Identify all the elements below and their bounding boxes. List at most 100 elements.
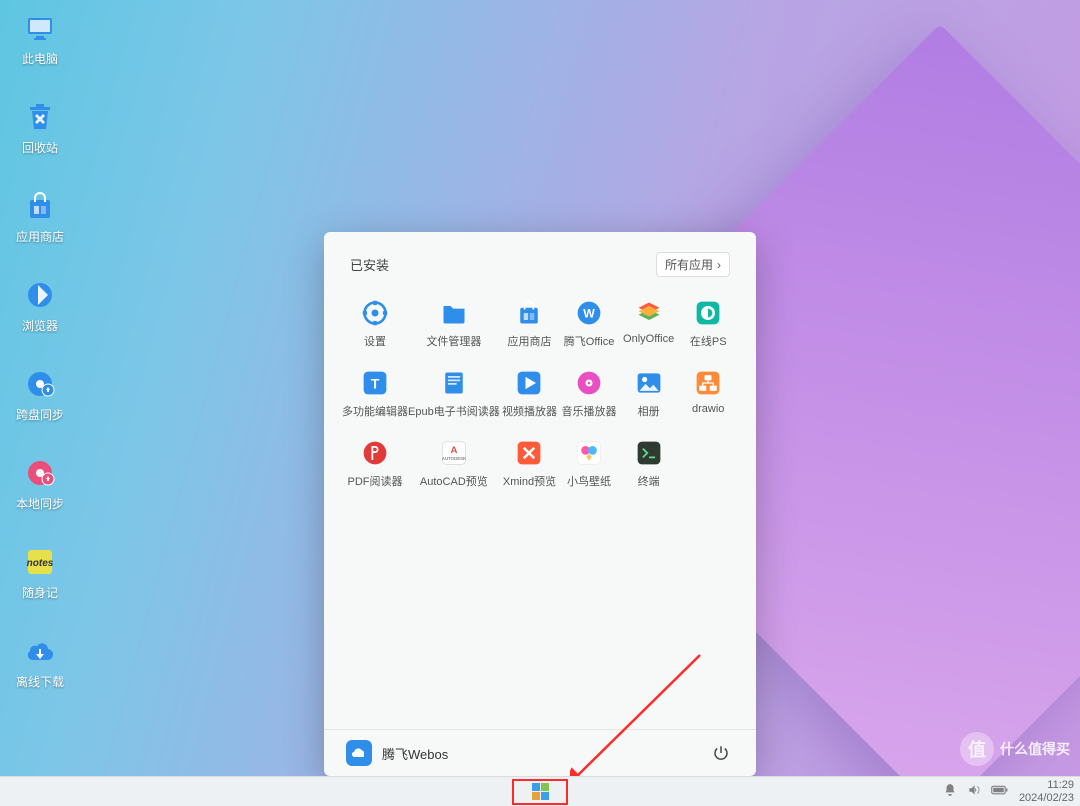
- desktop-icons-column: 此电脑 回收站 应用商店 浏览器 跨盘同步 本地同步 notes 随身记 离线下…: [0, 0, 80, 690]
- app-label: Epub电子书阅读器: [408, 403, 500, 419]
- this-pc-icon: [22, 10, 58, 46]
- xmind-preview-icon: [515, 439, 543, 467]
- app-tengfei-office[interactable]: W 腾飞Office: [559, 295, 619, 353]
- watermark-text: 什么值得买: [1000, 739, 1070, 759]
- all-apps-button[interactable]: 所有应用 ›: [656, 252, 730, 277]
- app-label: 多功能编辑器: [342, 403, 408, 419]
- desktop-icon-label: 跨盘同步: [16, 406, 64, 423]
- volume-icon[interactable]: [967, 783, 981, 800]
- notepad-icon: notes: [22, 544, 58, 580]
- desktop-icon-local-sync[interactable]: 本地同步: [0, 455, 80, 512]
- app-label: 相册: [638, 403, 660, 419]
- app-label: OnlyOffice: [623, 333, 674, 345]
- app-bird-wallpaper[interactable]: 小鸟壁纸: [559, 435, 619, 493]
- desktop-icon-app-store[interactable]: 应用商店: [0, 188, 80, 245]
- app-online-ps[interactable]: 在线PS: [678, 295, 738, 353]
- svg-text:A: A: [450, 445, 457, 456]
- cloud-icon: [346, 740, 372, 766]
- local-sync-icon: [22, 455, 58, 491]
- pdf-reader-icon: [361, 439, 389, 467]
- app-settings[interactable]: 设置: [342, 295, 408, 353]
- svg-text:notes: notes: [27, 558, 54, 569]
- app-xmind-preview[interactable]: Xmind预览: [500, 435, 560, 493]
- app-album[interactable]: 相册: [619, 365, 679, 423]
- file-manager-icon: [440, 299, 468, 327]
- onlyoffice-icon: [635, 299, 663, 327]
- app-grid: 设置 文件管理器 应用商店 W 腾飞Office OnlyOffice 在线PS…: [324, 291, 756, 497]
- desktop-icon-recycle-bin[interactable]: 回收站: [0, 99, 80, 156]
- app-label: 小鸟壁纸: [567, 473, 611, 489]
- app-autocad-preview[interactable]: AAUTODESK AutoCAD预览: [408, 435, 500, 493]
- desktop-icon-browser[interactable]: 浏览器: [0, 277, 80, 334]
- power-icon: [712, 744, 730, 762]
- music-player-icon: [575, 369, 603, 397]
- online-ps-icon: [694, 299, 722, 327]
- desktop-icon-label: 本地同步: [16, 495, 64, 512]
- app-video-player[interactable]: 视频播放器: [500, 365, 560, 423]
- app-store-icon: [515, 299, 543, 327]
- desktop-icon-label: 回收站: [22, 139, 58, 156]
- multi-editor-icon: T: [361, 369, 389, 397]
- clock-date: 2024/02/23: [1019, 792, 1074, 804]
- taskbar: 11:29 2024/02/23: [0, 776, 1080, 806]
- notifications-icon[interactable]: [943, 783, 957, 800]
- user-account[interactable]: 腾飞Webos: [346, 740, 448, 766]
- power-button[interactable]: [708, 740, 734, 766]
- terminal-icon: [635, 439, 663, 467]
- epub-reader-icon: [440, 369, 468, 397]
- app-pdf-reader[interactable]: PDF阅读器: [342, 435, 408, 493]
- app-label: 在线PS: [690, 333, 727, 349]
- installed-section-title: 已安装: [350, 255, 389, 274]
- album-icon: [635, 369, 663, 397]
- app-label: 视频播放器: [502, 403, 557, 419]
- app-label: 音乐播放器: [562, 403, 617, 419]
- desktop-icon-label: 应用商店: [16, 228, 64, 245]
- svg-text:AUTODESK: AUTODESK: [442, 456, 467, 461]
- autocad-preview-icon: AAUTODESK: [440, 439, 468, 467]
- app-label: Xmind预览: [503, 473, 556, 489]
- chevron-right-icon: ›: [717, 258, 721, 272]
- recycle-bin-icon: [22, 99, 58, 135]
- start-logo-icon: [532, 783, 549, 800]
- user-name: 腾飞Webos: [382, 744, 448, 763]
- desktop-icon-label: 随身记: [22, 584, 58, 601]
- drawio-icon: [694, 369, 722, 397]
- system-tray: 11:29 2024/02/23: [943, 779, 1074, 803]
- app-label: 设置: [364, 333, 386, 349]
- clock[interactable]: 11:29 2024/02/23: [1019, 779, 1074, 803]
- app-label: PDF阅读器: [348, 473, 403, 489]
- app-drawio[interactable]: drawio: [678, 365, 738, 423]
- watermark-badge-icon: 值: [960, 732, 994, 766]
- bird-wallpaper-icon: [575, 439, 603, 467]
- settings-icon: [361, 299, 389, 327]
- svg-text:W: W: [583, 306, 595, 320]
- desktop-icon-label: 离线下载: [16, 673, 64, 690]
- app-file-manager[interactable]: 文件管理器: [408, 295, 500, 353]
- svg-text:T: T: [371, 375, 380, 391]
- desktop-icon-notepad[interactable]: notes 随身记: [0, 544, 80, 601]
- app-label: 终端: [638, 473, 660, 489]
- desktop-icon-offline-download[interactable]: 离线下载: [0, 633, 80, 690]
- start-button[interactable]: [514, 781, 566, 803]
- app-label: drawio: [692, 403, 724, 415]
- clock-time: 11:29: [1019, 779, 1074, 791]
- start-menu: 已安装 所有应用 › 设置 文件管理器 应用商店 W 腾飞Office Only…: [324, 232, 756, 776]
- app-epub-reader[interactable]: Epub电子书阅读器: [408, 365, 500, 423]
- desktop-icon-this-pc[interactable]: 此电脑: [0, 10, 80, 67]
- tengfei-office-icon: W: [575, 299, 603, 327]
- app-multi-editor[interactable]: T 多功能编辑器: [342, 365, 408, 423]
- app-app-store[interactable]: 应用商店: [500, 295, 560, 353]
- app-terminal[interactable]: 终端: [619, 435, 679, 493]
- app-label: 文件管理器: [426, 333, 481, 349]
- battery-icon[interactable]: [991, 784, 1009, 799]
- app-music-player[interactable]: 音乐播放器: [559, 365, 619, 423]
- desktop-icon-cloud-sync[interactable]: 跨盘同步: [0, 366, 80, 423]
- offline-download-icon: [22, 633, 58, 669]
- desktop-icon-label: 浏览器: [22, 317, 58, 334]
- app-onlyoffice[interactable]: OnlyOffice: [619, 295, 679, 353]
- app-label: 腾飞Office: [564, 333, 615, 349]
- app-label: AutoCAD预览: [420, 473, 488, 489]
- app-store-icon: [22, 188, 58, 224]
- desktop-icon-label: 此电脑: [22, 50, 58, 67]
- cloud-sync-icon: [22, 366, 58, 402]
